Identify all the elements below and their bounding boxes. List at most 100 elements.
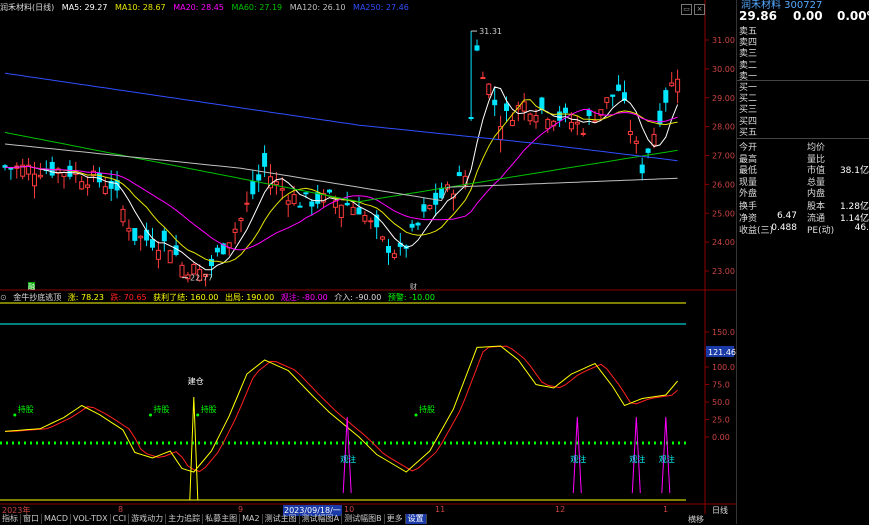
candle-body	[179, 264, 185, 278]
quote-price: 29.86	[739, 9, 777, 23]
order-level-label: 买五	[739, 127, 758, 138]
candle-body	[138, 235, 144, 239]
hold-dot	[196, 413, 200, 417]
hold-label: 持股	[18, 404, 34, 414]
candle-body	[651, 133, 657, 146]
bottom-tab[interactable]: 游戏动力	[129, 514, 167, 524]
candle-body	[574, 121, 580, 125]
candle-body	[663, 90, 669, 103]
pan-label[interactable]: 横移	[688, 514, 704, 525]
candle-body	[421, 204, 427, 212]
stat-value: 38.1亿	[839, 166, 869, 177]
indicator-settings-icon[interactable]: ⊙	[0, 293, 7, 302]
restore-icon[interactable]: ▭	[681, 4, 692, 15]
bottom-tab[interactable]: CCI	[111, 514, 130, 524]
candle-body	[244, 202, 250, 205]
candle-body	[539, 97, 545, 111]
candle-body	[492, 99, 498, 106]
candles	[2, 31, 681, 287]
time-tick: 12	[555, 505, 566, 514]
candle-body	[633, 140, 639, 144]
bottom-tab[interactable]: 指标	[0, 514, 21, 524]
bottom-tab[interactable]: 测试幅图B	[342, 514, 385, 524]
candle-body	[604, 97, 610, 103]
bottom-tab[interactable]: 主力追踪	[166, 514, 204, 524]
observe-label: 观注	[629, 454, 645, 464]
indicator-value-badge: 121.46	[708, 348, 736, 357]
bottom-tab[interactable]: MACD	[42, 514, 71, 524]
candle-body	[610, 94, 616, 97]
stock-name: 润禾材料(日线)	[0, 3, 55, 12]
price-tick-label: 25.00	[712, 209, 735, 218]
hold-label: 持股	[201, 404, 217, 414]
candle-body	[362, 214, 368, 222]
candle-body	[433, 192, 439, 205]
build-spike	[189, 396, 199, 501]
candle-body	[309, 201, 315, 207]
ind-profit: 获利了结: 160.00	[153, 293, 219, 302]
candle-body	[427, 205, 433, 210]
price-tick-label: 31.00	[712, 36, 735, 45]
price-tick-label: 23.00	[712, 267, 735, 276]
candle-body	[486, 83, 492, 96]
bottom-tab[interactable]: VOL-TDX	[71, 514, 111, 524]
bottom-tab[interactable]: 测试幅图A	[300, 514, 343, 524]
candle-body	[580, 132, 586, 135]
candle-body	[645, 148, 651, 153]
candle-body	[344, 202, 350, 206]
candle-body	[504, 103, 509, 111]
chart-area[interactable]: 31.00 30.00 29.00 28.00 27.00 26.00 25.00 24.00…	[0, 0, 736, 524]
candle-body	[161, 230, 167, 242]
time-tick: 11	[435, 505, 446, 514]
hold-dot	[414, 413, 418, 417]
period-label[interactable]: 日线	[712, 505, 728, 516]
orderbook-divider	[737, 80, 869, 81]
signal-red-line	[5, 345, 678, 473]
stat-label: 内盘	[807, 189, 826, 200]
bottom-tab[interactable]: 测试主图	[263, 514, 300, 524]
candle-body	[509, 120, 515, 126]
candle-body	[327, 189, 332, 193]
hold-label: 持股	[419, 404, 435, 414]
quote-change-pct: 0.00%	[837, 9, 869, 23]
time-axis: 2023年 8 9 2023/09/18/一 10 11 12 1	[0, 505, 705, 516]
indicator-name[interactable]: 金牛抄底逃顶	[13, 293, 61, 302]
candle-body	[380, 236, 386, 240]
candle-body	[173, 245, 179, 255]
candle-body	[79, 181, 85, 190]
ma20-line	[4, 108, 678, 251]
candle-body	[368, 220, 374, 223]
candle-body	[533, 115, 539, 123]
candle-body	[297, 205, 303, 208]
candle-body	[456, 172, 462, 177]
candle-body	[214, 247, 220, 253]
candle-body	[273, 181, 279, 186]
bottom-tab[interactable]: 窗口	[21, 514, 42, 524]
candle-body	[102, 186, 108, 195]
bottom-tab[interactable]: 设置	[405, 514, 427, 524]
observe-label: 观注	[340, 454, 356, 464]
bottom-tab[interactable]: MA2	[240, 514, 263, 524]
candle-body	[521, 101, 527, 112]
candle-body	[232, 228, 238, 233]
chart-canvas[interactable]: 31.00 30.00 29.00 28.00 27.00 26.00 25.00 24.00…	[0, 0, 736, 524]
close-icon[interactable]: ×	[694, 4, 705, 15]
candle-body	[120, 208, 126, 223]
bottom-tab[interactable]: 更多	[385, 514, 406, 524]
stat-value: 46.	[854, 223, 869, 233]
candle-body	[338, 204, 344, 218]
price-tick-label: 28.00	[712, 123, 735, 132]
candle-body	[415, 222, 421, 226]
time-tick: 8	[118, 505, 124, 514]
bottom-tab[interactable]: 私募主图	[203, 514, 241, 524]
candle-body	[468, 117, 474, 120]
observe-label: 观注	[570, 454, 586, 464]
stat-label: 外盘	[739, 189, 758, 200]
candle-body	[568, 121, 574, 130]
ind-die: 跌: 70.65	[110, 293, 147, 302]
candle-body	[285, 200, 291, 205]
bottom-tab-bar: 指标 窗口 MACD VOL-TDX CCI 游戏动力 主力追踪 私募主图 MA2 测试主图 测试幅…	[0, 514, 427, 524]
price-tick-label: 30.00	[712, 65, 735, 74]
indicator-tick-label: 150.0	[712, 328, 735, 337]
indicator-header: ⊙ 金牛抄底逃顶 涨: 78.23 跌: 70.65 获利了结: 160.00 …	[0, 292, 439, 303]
